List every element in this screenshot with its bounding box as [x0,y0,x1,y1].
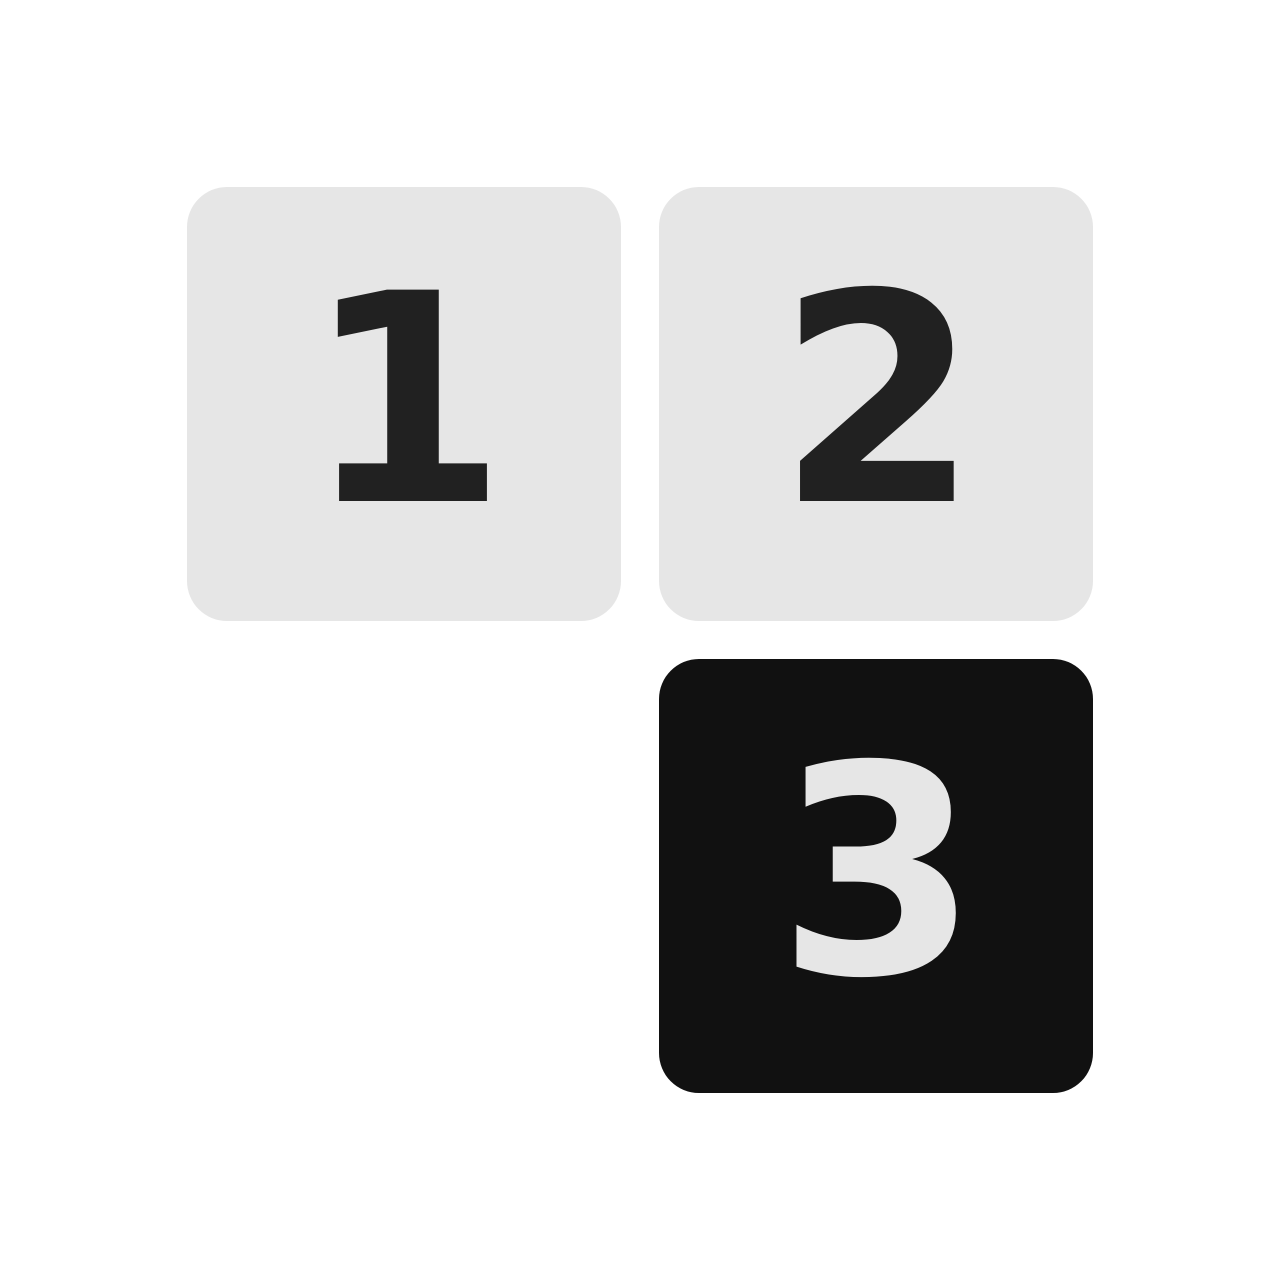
tile-2: 2 [659,187,1093,621]
tile-1-label: 1 [305,233,507,570]
tile-2-label: 2 [777,233,979,570]
tile-3-label: 3 [777,705,979,1042]
number-tile-grid: 1 2 3 [187,187,1093,1093]
tile-3: 3 [659,659,1093,1093]
tile-1: 1 [187,187,621,621]
